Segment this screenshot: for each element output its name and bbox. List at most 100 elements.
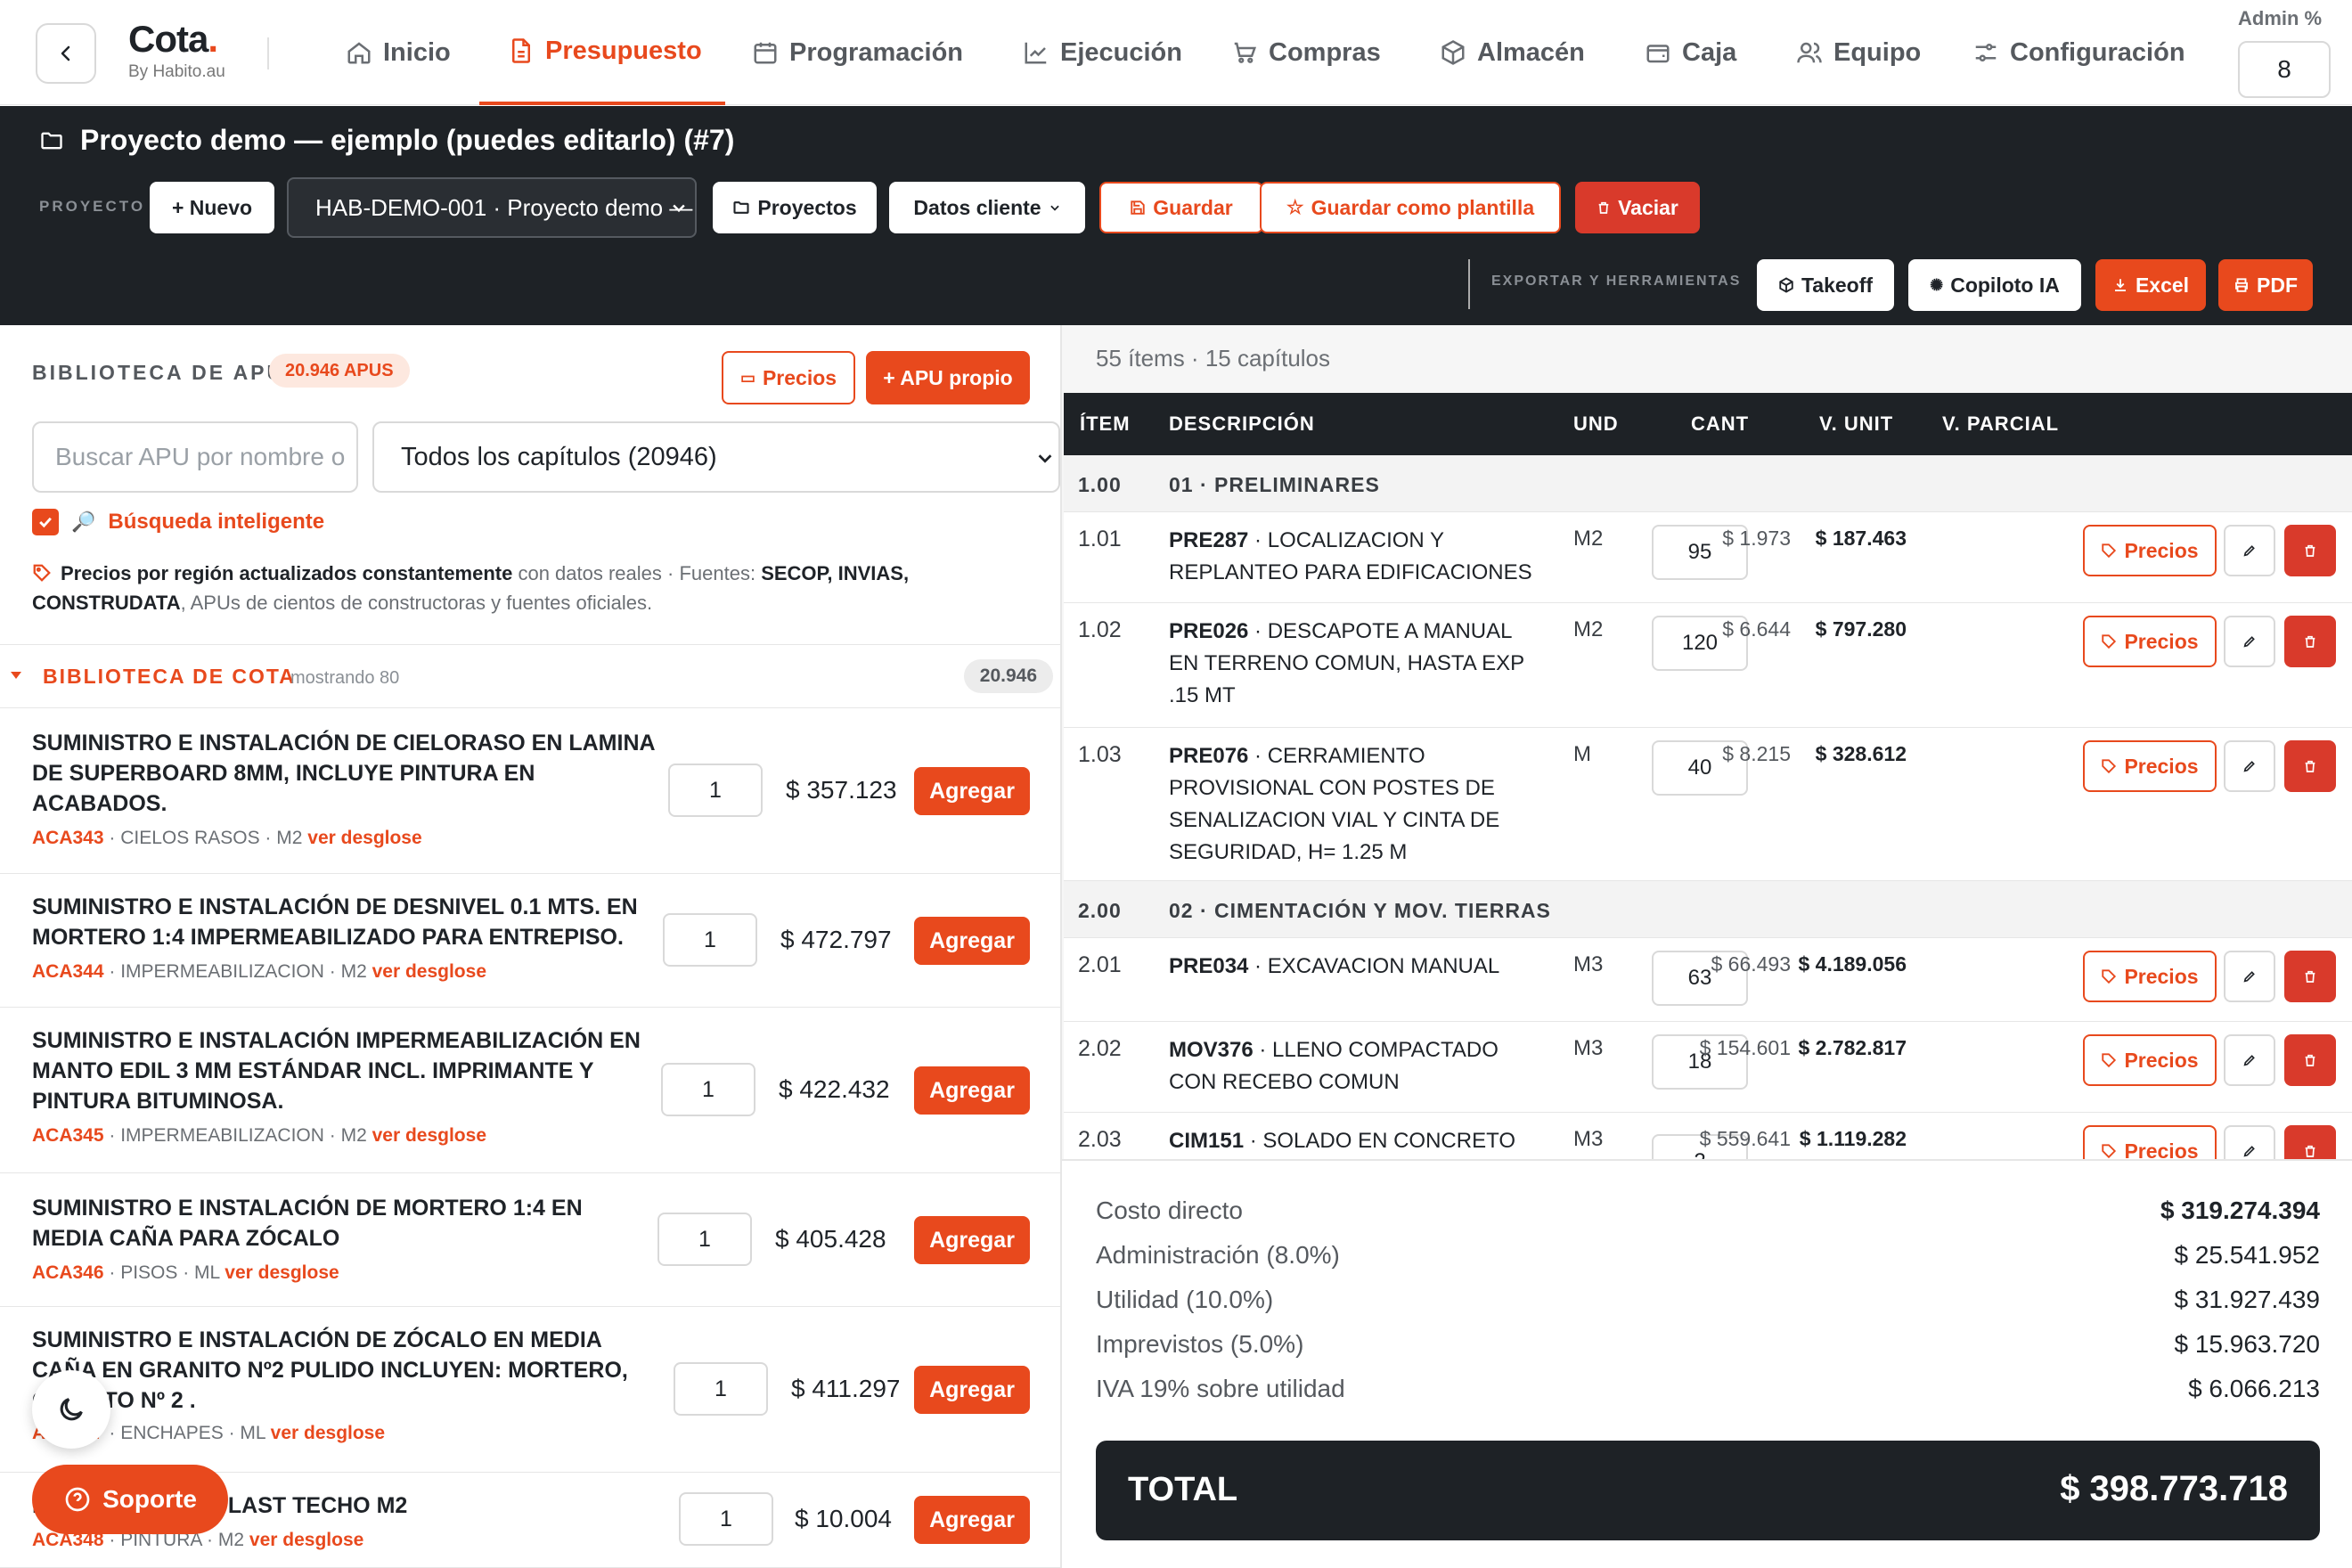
add-apu-button[interactable]: Agregar: [914, 1066, 1030, 1115]
row-delete-button[interactable]: [2284, 1125, 2336, 1159]
row-edit-button[interactable]: [2224, 740, 2275, 792]
add-apu-button[interactable]: Agregar: [914, 1366, 1030, 1414]
nav-compras[interactable]: Compras: [1231, 0, 1381, 105]
row-description: CIM151 · SOLADO EN CONCRETO DE: [1169, 1125, 1543, 1159]
nav-configuracion[interactable]: Configuración: [1972, 0, 2185, 105]
add-apu-button[interactable]: Agregar: [914, 1496, 1030, 1544]
projects-button-label: Proyectos: [757, 195, 857, 219]
support-button[interactable]: Soporte: [32, 1465, 228, 1534]
nav-caja[interactable]: Caja: [1645, 0, 1736, 105]
row-edit-button[interactable]: [2224, 616, 2275, 667]
back-button[interactable]: [36, 23, 96, 84]
row-prices-button[interactable]: Precios: [2083, 1125, 2217, 1159]
row-delete-button[interactable]: [2284, 951, 2336, 1002]
breakdown-link[interactable]: ver desglose: [372, 961, 486, 982]
row-prices-button[interactable]: Precios: [2083, 740, 2217, 792]
apu-category: · IMPERMEABILIZACION · M2: [103, 1125, 372, 1146]
smart-search-toggle[interactable]: 🔎 Búsqueda inteligente: [32, 509, 324, 535]
add-apu-button[interactable]: Agregar: [914, 917, 1030, 965]
apu-qty-input[interactable]: 1: [679, 1492, 773, 1546]
nav-programacion[interactable]: Programación: [752, 0, 963, 105]
brand-subtitle: By Habito.au: [128, 62, 225, 81]
apu-price: $ 422.432: [779, 1075, 890, 1103]
own-apu-button[interactable]: + APU propio: [866, 351, 1030, 404]
row-delete-button[interactable]: [2284, 616, 2336, 667]
clear-button[interactable]: Vaciar: [1575, 182, 1700, 233]
dark-mode-toggle[interactable]: [32, 1370, 110, 1449]
admin-label: Administración (8.0%): [1096, 1241, 1340, 1269]
row-code: MOV376: [1169, 1038, 1254, 1062]
breakdown-link[interactable]: ver desglose: [225, 1262, 339, 1283]
row-prices-button[interactable]: Precios: [2083, 1034, 2217, 1086]
chapter-row[interactable]: 2.00 02 · CIMENTACIÓN Y MOV. TIERRAS: [1064, 881, 2352, 938]
export-tools-label: EXPORTAR Y HERRAMIENTAS: [1491, 274, 1742, 289]
save-template-button[interactable]: ☆ Guardar como plantilla: [1260, 182, 1561, 233]
client-data-button[interactable]: Datos cliente: [889, 182, 1085, 233]
row-delete-button[interactable]: [2284, 1034, 2336, 1086]
breakdown-link[interactable]: ver desglose: [372, 1125, 486, 1146]
apu-item: SUMINISTRO E INSTALACIÓN DE DESNIVEL 0.1…: [0, 874, 1060, 1008]
nav-equipo[interactable]: Equipo: [1796, 0, 1921, 105]
library-section-header[interactable]: BIBLIOTECA DE COTA mostrando 80 20.946: [0, 644, 1060, 708]
prices-label: Precios: [2124, 1139, 2199, 1160]
row-prices-button[interactable]: Precios: [2083, 525, 2217, 576]
brand-name: Cota: [128, 18, 208, 60]
nav-label: Compras: [1269, 37, 1381, 67]
row-unit: M2: [1573, 527, 1604, 551]
chevron-down-icon: [1038, 454, 1052, 463]
add-apu-button[interactable]: Agregar: [914, 1216, 1030, 1264]
row-description: PRE076 · CERRAMIENTO PROVISIONAL CON POS…: [1169, 740, 1543, 869]
folder-icon: [41, 132, 62, 149]
save-button[interactable]: Guardar: [1099, 182, 1263, 233]
apu-qty-input[interactable]: 1: [661, 1063, 755, 1116]
nav-label: Programación: [789, 37, 963, 67]
nav-presupuesto[interactable]: Presupuesto: [479, 0, 725, 105]
chapter-row[interactable]: 1.00 01 · PRELIMINARES: [1064, 455, 2352, 512]
breakdown-link[interactable]: ver desglose: [307, 828, 421, 848]
prices-button[interactable]: ▭ Precios: [722, 351, 855, 404]
excel-export-button[interactable]: Excel: [2095, 259, 2206, 311]
trash-icon: [2305, 760, 2315, 772]
row-item: 1.01: [1078, 527, 1122, 551]
projects-button[interactable]: Proyectos: [713, 182, 877, 233]
row-edit-button[interactable]: [2224, 525, 2275, 576]
support-label: Soporte: [102, 1485, 197, 1513]
row-edit-button[interactable]: [2224, 1125, 2275, 1159]
col-quantity: CANT: [1691, 412, 1750, 435]
smart-search-label: Búsqueda inteligente: [108, 510, 325, 534]
ai-copilot-button[interactable]: ✺ Copiloto IA: [1908, 259, 2081, 311]
row-prices-button[interactable]: Precios: [2083, 951, 2217, 1002]
apu-qty-input[interactable]: 1: [674, 1362, 768, 1416]
takeoff-button[interactable]: Takeoff: [1757, 259, 1894, 311]
new-project-button[interactable]: + Nuevo: [150, 182, 274, 233]
add-apu-button[interactable]: Agregar: [914, 767, 1030, 815]
row-partial-value: $ 797.280: [1815, 617, 1907, 641]
chapter-select[interactable]: Todos los capítulos (20946): [372, 421, 1060, 493]
row-edit-button[interactable]: [2224, 1034, 2275, 1086]
row-edit-button[interactable]: [2224, 951, 2275, 1002]
apu-qty-input[interactable]: 1: [668, 764, 763, 817]
brand-logo[interactable]: Cota. By Habito.au: [128, 18, 225, 82]
col-unit: UND: [1573, 412, 1619, 435]
nav-inicio[interactable]: Inicio: [346, 0, 451, 105]
pdf-export-button[interactable]: PDF: [2218, 259, 2313, 311]
project-title: Proyecto demo — ejemplo (puedes editarlo…: [39, 124, 734, 157]
pencil-icon: [2243, 761, 2255, 772]
admin-percent-input[interactable]: 8: [2238, 41, 2331, 98]
nav-almacen[interactable]: Almacén: [1440, 0, 1585, 105]
apu-price: $ 411.297: [791, 1375, 901, 1402]
apu-search-input[interactable]: Buscar APU por nombre o: [32, 421, 358, 493]
breakdown-link[interactable]: ver desglose: [271, 1423, 385, 1443]
chapter-name: 02 · CIMENTACIÓN Y MOV. TIERRAS: [1169, 899, 1551, 922]
breakdown-link[interactable]: ver desglose: [249, 1530, 363, 1550]
row-delete-button[interactable]: [2284, 740, 2336, 792]
magnifier-icon: 🔎: [71, 510, 96, 533]
home-icon: [347, 42, 371, 64]
nav-ejecucion[interactable]: Ejecución: [1023, 0, 1182, 105]
row-delete-button[interactable]: [2284, 525, 2336, 576]
project-select[interactable]: HAB-DEMO-001 · Proyecto demo —: [287, 177, 697, 238]
apu-qty-input[interactable]: 1: [663, 913, 757, 967]
apu-qty-input[interactable]: 1: [657, 1213, 752, 1266]
row-prices-button[interactable]: Precios: [2083, 616, 2217, 667]
checkbox[interactable]: [32, 509, 59, 535]
